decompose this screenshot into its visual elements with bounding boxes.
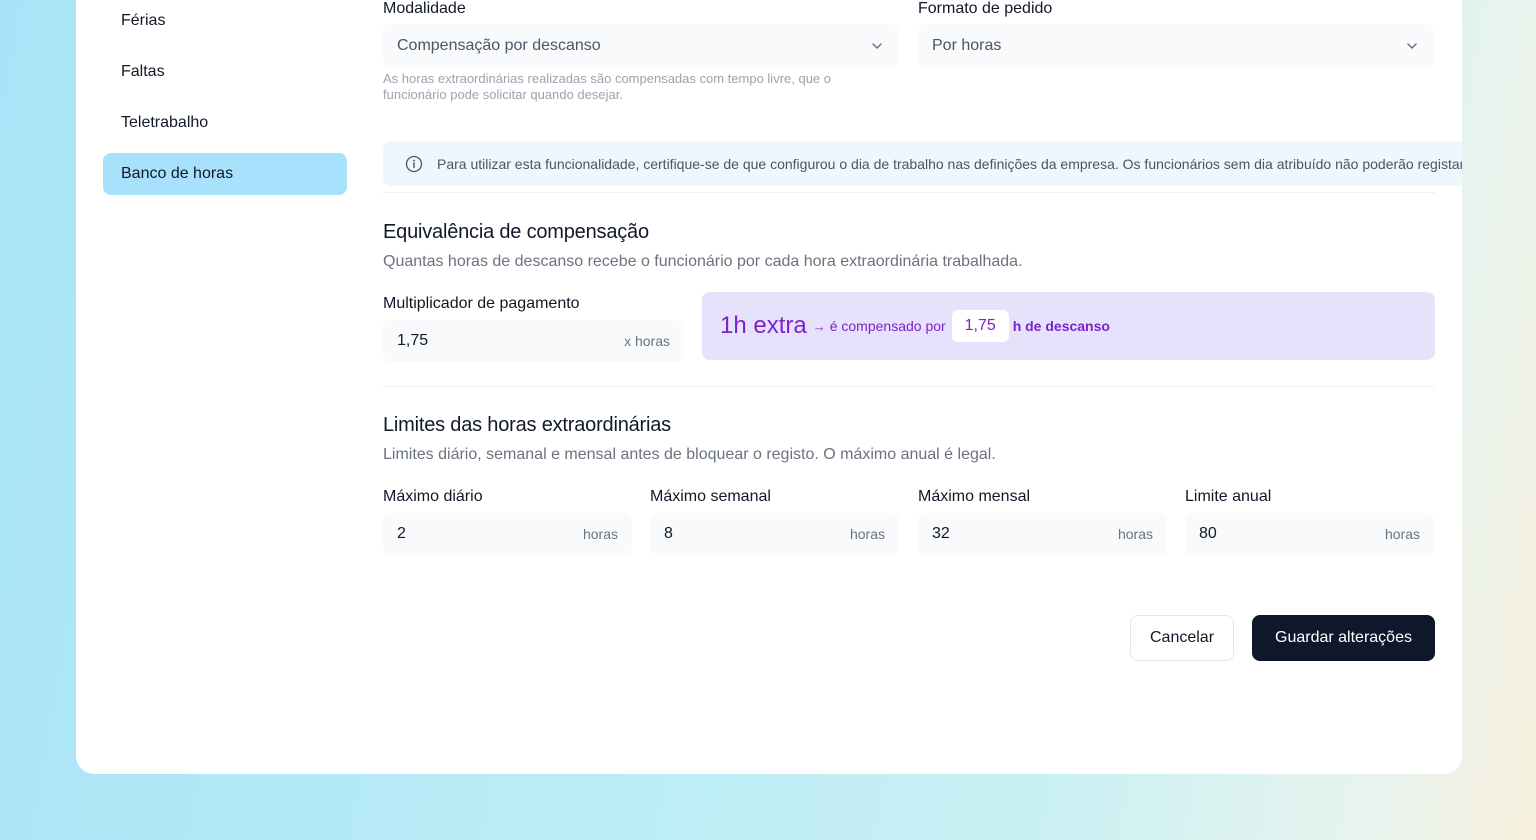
formato-value: Por horas <box>932 37 1002 54</box>
max-mensal-input[interactable]: 32 horas <box>918 513 1167 555</box>
max-diario-label: Máximo diário <box>383 488 483 505</box>
modalidade-helper: As horas extraordinárias realizadas são … <box>383 71 832 102</box>
equivalencia-title: Equivalência de compensação <box>383 221 649 243</box>
arrow-right-icon: → <box>812 318 826 334</box>
multiplier-value: 1,75 <box>397 332 429 349</box>
max-diario-unit: horas <box>582 526 618 542</box>
max-semanal-unit: horas <box>849 526 885 542</box>
sidebar-item-label: Teletrabalho <box>121 114 209 131</box>
limite-anual-input[interactable]: 80 horas <box>1185 513 1434 555</box>
sidebar-item-faltas[interactable]: Faltas <box>103 51 347 93</box>
preview-big-text: 1h extra <box>720 312 807 339</box>
max-mensal-value: 32 <box>932 525 950 542</box>
max-semanal-label: Máximo semanal <box>650 488 771 505</box>
info-banner: Para utilizar esta funcionalidade, certi… <box>383 141 1462 186</box>
multiplier-label: Multiplicador de pagamento <box>383 295 580 312</box>
max-diario-input[interactable]: 2 horas <box>383 513 632 555</box>
max-semanal-value: 8 <box>664 525 673 542</box>
multiplier-unit: x horas <box>624 333 670 349</box>
max-mensal-unit: horas <box>1117 526 1153 542</box>
max-mensal-label: Máximo mensal <box>918 488 1031 505</box>
equivalence-preview: 1h extra → é compensado por 1,75 h de de… <box>702 292 1435 360</box>
info-text: Para utilizar esta funcionalidade, certi… <box>437 155 1462 172</box>
limites-description: Limites diário, semanal e mensal antes d… <box>383 446 996 463</box>
modalidade-label: Modalidade <box>383 0 466 17</box>
limite-anual-value: 80 <box>1199 525 1217 542</box>
sidebar-item-label: Férias <box>121 12 166 29</box>
divider <box>383 386 1435 387</box>
limite-anual-unit: horas <box>1384 526 1420 542</box>
sidebar-item-label: Faltas <box>121 63 165 80</box>
sidebar-item-teletrabalho[interactable]: Teletrabalho <box>103 102 347 144</box>
info-icon <box>405 155 423 172</box>
preview-value: 1,75 <box>951 310 1009 342</box>
settings-sidebar: Férias Faltas Teletrabalho Banco de hora… <box>103 0 347 204</box>
modalidade-value: Compensação por descanso <box>397 37 601 54</box>
sidebar-item-banco-de-horas[interactable]: Banco de horas <box>103 153 347 195</box>
equivalencia-description: Quantas horas de descanso recebe o funci… <box>383 253 1023 270</box>
preview-text: é compensado por <box>829 318 946 334</box>
modalidade-select[interactable]: Compensação por descanso <box>383 24 899 68</box>
formato-select[interactable]: Por horas <box>918 24 1434 68</box>
save-button[interactable]: Guardar alterações <box>1252 615 1435 661</box>
preview-suffix: h de descanso <box>1012 318 1110 334</box>
max-diario-value: 2 <box>397 525 406 542</box>
sidebar-item-label: Banco de horas <box>121 165 234 182</box>
sidebar-item-ferias[interactable]: Férias <box>103 0 347 42</box>
limites-title: Limites das horas extraordinárias <box>383 414 671 436</box>
divider <box>383 192 1435 193</box>
cancel-button[interactable]: Cancelar <box>1130 615 1234 661</box>
formato-label: Formato de pedido <box>918 0 1053 17</box>
chevron-down-icon <box>872 43 882 49</box>
max-semanal-input[interactable]: 8 horas <box>650 513 899 555</box>
limite-anual-label: Limite anual <box>1185 488 1272 505</box>
chevron-down-icon <box>1407 43 1417 49</box>
multiplier-input[interactable]: 1,75 x horas <box>383 320 684 362</box>
